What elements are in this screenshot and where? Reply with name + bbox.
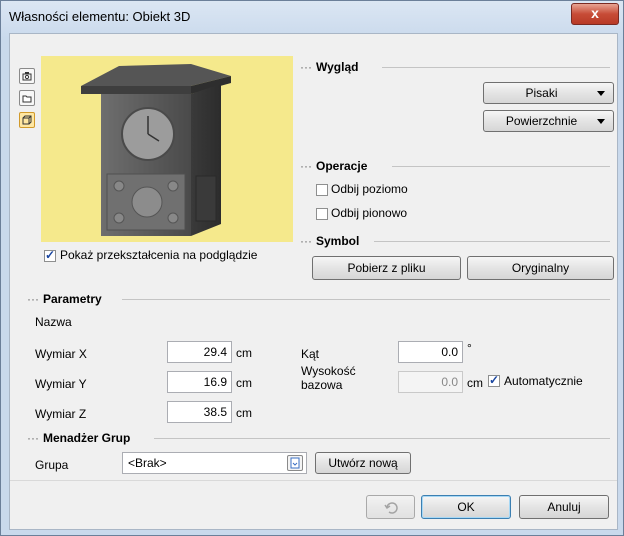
group-picker-button[interactable] [287, 455, 303, 471]
section-parameters: ··· Parametry [27, 292, 102, 306]
dim-z-label: Wymiar Z [35, 407, 87, 421]
ok-button[interactable]: OK [421, 495, 511, 519]
dim-z-input[interactable]: 38.5 [167, 401, 232, 423]
create-new-group-button[interactable]: Utwórz nową [315, 452, 411, 474]
divider [122, 299, 610, 300]
group-select[interactable]: <Brak> [122, 452, 307, 474]
view-3d-button[interactable] [19, 112, 35, 128]
dim-z-unit: cm [236, 406, 252, 420]
original-button[interactable]: Oryginalny [467, 256, 614, 280]
divider [374, 241, 610, 242]
load-from-file-button[interactable]: Pobierz z pliku [312, 256, 461, 280]
flip-vertical-checkbox[interactable] [316, 208, 328, 220]
angle-unit: ° [467, 341, 472, 355]
dim-x-label: Wymiar X [35, 347, 87, 361]
section-group-manager: ··· Menadżer Grup [27, 431, 131, 445]
title-bar[interactable]: Własności elementu: Obiekt 3D x [1, 1, 623, 31]
dim-y-input[interactable]: 16.9 [167, 371, 232, 393]
flip-vertical-label: Odbij pionowo [331, 206, 408, 220]
undo-icon [383, 502, 399, 519]
pens-dropdown[interactable]: Pisaki [483, 82, 614, 104]
group-label: Grupa [35, 458, 69, 472]
show-transformations-label: Pokaż przekształcenia na podglądzie [60, 248, 258, 262]
base-height-label-2: bazowa [301, 378, 343, 392]
section-appearance: ··· Wygląd [300, 60, 359, 74]
angle-label: Kąt [301, 347, 320, 361]
show-transformations-checkbox[interactable] [44, 248, 56, 262]
dim-x-unit: cm [236, 346, 252, 360]
flip-horizontal-label: Odbij poziomo [331, 182, 408, 196]
group-value: <Brak> [128, 456, 167, 470]
dialog-body: Pokaż przekształcenia na podglądzie ···W… [9, 33, 618, 530]
angle-input[interactable]: 0.0 [398, 341, 463, 363]
base-height-input[interactable]: 0.0 [398, 371, 463, 393]
automatic-label: Automatycznie [504, 374, 583, 388]
undo-button[interactable] [366, 495, 415, 519]
footer-divider [10, 480, 617, 481]
view-camera-button[interactable] [19, 68, 35, 84]
dim-y-label: Wymiar Y [35, 377, 87, 391]
cancel-button[interactable]: Anuluj [519, 495, 609, 519]
view-folder-button[interactable] [19, 90, 35, 106]
divider [154, 438, 610, 439]
flip-horizontal-checkbox[interactable] [316, 184, 328, 196]
dim-x-input[interactable]: 29.4 [167, 341, 232, 363]
divider [392, 166, 610, 167]
section-symbol: ··· Symbol [300, 234, 360, 248]
automatic-checkbox[interactable] [488, 373, 500, 387]
window-title: Własności elementu: Obiekt 3D [9, 9, 191, 24]
surfaces-dropdown[interactable]: Powierzchnie [483, 110, 614, 132]
preview-area [41, 56, 293, 242]
base-height-label-1: Wysokość [301, 364, 356, 378]
close-button[interactable]: x [571, 3, 619, 25]
clock-3d-preview [81, 64, 231, 236]
name-label: Nazwa [35, 315, 72, 329]
dim-y-unit: cm [236, 376, 252, 390]
base-height-unit: cm [467, 376, 483, 390]
divider [382, 67, 610, 68]
section-operations: ··· Operacje [300, 159, 368, 173]
document-arrow-icon [290, 457, 300, 469]
dialog-window: Własności elementu: Obiekt 3D x ✓ Pokaż … [0, 0, 624, 536]
